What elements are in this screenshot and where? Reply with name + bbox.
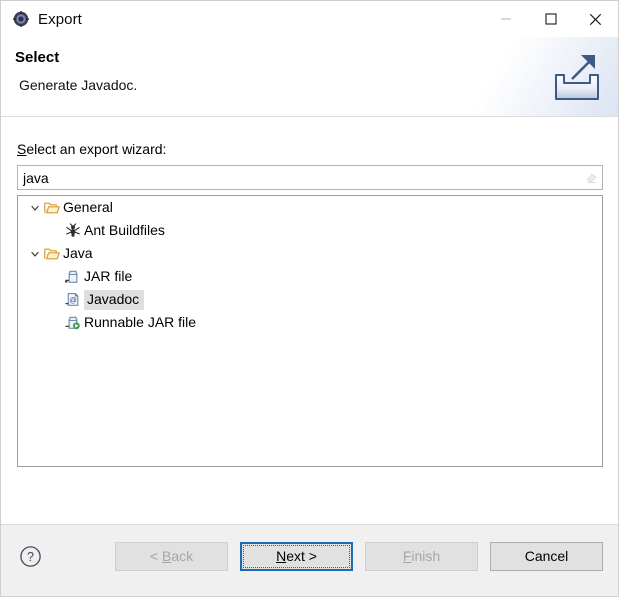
cancel-button-label: Cancel xyxy=(524,548,569,564)
chevron-down-icon[interactable] xyxy=(27,249,43,259)
close-icon[interactable] xyxy=(573,1,618,37)
title-bar: Export xyxy=(1,1,618,37)
export-wizard-tree[interactable]: General Ant Buildfiles Java JAR file @ J… xyxy=(17,195,603,467)
tree-item-label: Java xyxy=(63,245,93,261)
finish-button-label: Finish xyxy=(402,548,441,564)
export-wizard-label-rest: elect an export wizard: xyxy=(26,141,167,157)
tree-item-runnable-jar-file[interactable]: Runnable JAR file xyxy=(18,311,602,334)
tree-item-java[interactable]: Java xyxy=(18,242,602,265)
next-button[interactable]: Next > xyxy=(240,542,353,571)
open-folder-icon xyxy=(43,247,60,261)
finish-button[interactable]: Finish xyxy=(365,542,478,571)
open-folder-icon xyxy=(43,201,60,215)
runnable-jar-icon xyxy=(64,315,81,330)
export-tray-arrow-icon xyxy=(548,49,606,105)
svg-text:?: ? xyxy=(27,550,34,564)
page-title: Select xyxy=(15,49,60,66)
chevron-down-icon[interactable] xyxy=(27,203,43,213)
dialog-footer: ? < Back Next > Finish Cancel xyxy=(1,524,618,596)
export-wizard-dialog: Export Select Generate Javadoc. Select a… xyxy=(0,0,619,597)
javadoc-icon: @ xyxy=(64,292,81,307)
wizard-button-row: < Back Next > Finish Cancel xyxy=(115,542,603,571)
tree-item-label: Javadoc xyxy=(84,289,145,310)
tree-item-jar-file[interactable]: JAR file xyxy=(18,265,602,288)
wizard-banner: Select Generate Javadoc. xyxy=(1,37,618,117)
clear-filter-icon[interactable] xyxy=(580,166,602,189)
page-description: Generate Javadoc. xyxy=(19,77,138,93)
maximize-icon[interactable] xyxy=(528,1,573,37)
tree-item-label: General xyxy=(63,199,113,215)
ant-buildfile-icon xyxy=(64,223,81,238)
tree-item-label: JAR file xyxy=(84,268,133,284)
filter-field-wrapper[interactable] xyxy=(17,165,603,190)
export-wizard-label: Select an export wizard: xyxy=(17,141,166,157)
tree-item-label: Runnable JAR file xyxy=(84,314,197,330)
search-input[interactable] xyxy=(18,166,580,189)
window-controls xyxy=(483,1,618,37)
export-wizard-label-mnemonic: S xyxy=(17,141,27,157)
tree-item-javadoc[interactable]: @ Javadoc xyxy=(18,288,602,311)
wizard-content: Select an export wizard: java General An… xyxy=(1,117,618,524)
jar-file-icon xyxy=(64,269,81,284)
tree-item-general[interactable]: General xyxy=(18,196,602,219)
window-title: Export xyxy=(38,10,82,28)
tree-item-label: Ant Buildfiles xyxy=(84,222,165,238)
minimize-icon[interactable] xyxy=(483,1,528,37)
svg-text:@: @ xyxy=(69,295,77,304)
cancel-button[interactable]: Cancel xyxy=(490,542,603,571)
next-button-label: Next > xyxy=(276,548,317,564)
back-button-label: < Back xyxy=(149,548,194,564)
help-question-icon[interactable]: ? xyxy=(18,544,43,569)
back-button[interactable]: < Back xyxy=(115,542,228,571)
tree-item-ant-buildfiles[interactable]: Ant Buildfiles xyxy=(18,219,602,242)
export-wizard-icon xyxy=(13,11,29,27)
